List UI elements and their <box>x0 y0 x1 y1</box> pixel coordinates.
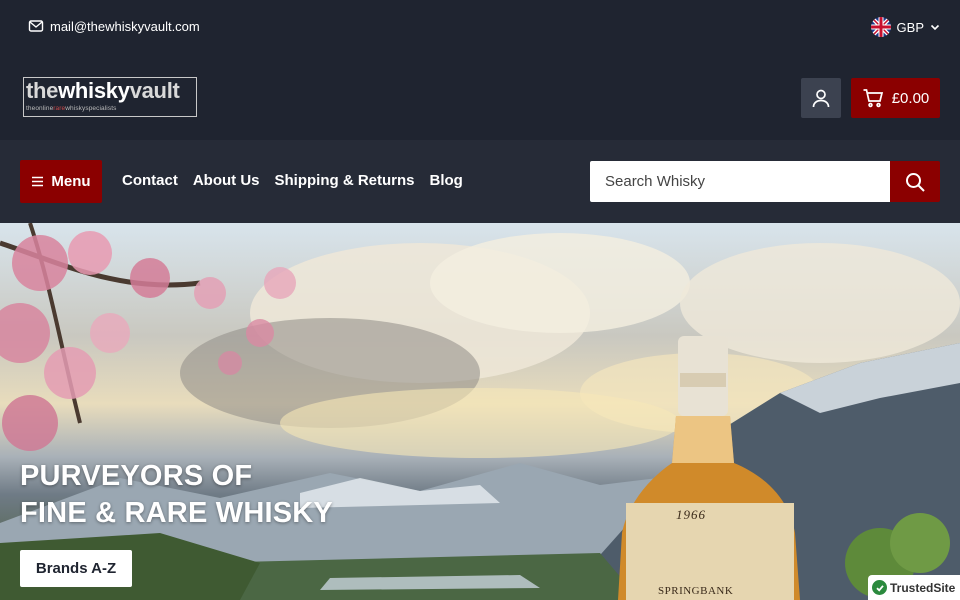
bottle-year: 1966 <box>676 507 706 522</box>
nav-link-contact[interactable]: Contact <box>122 172 178 189</box>
cart-total: £0.00 <box>891 89 930 107</box>
cart-icon <box>863 89 883 108</box>
bottle-brand: SPRINGBANK <box>658 585 734 597</box>
checkmark-icon <box>872 580 887 595</box>
mail-icon <box>28 20 44 32</box>
menu-button[interactable]: Menu <box>20 160 102 203</box>
site-logo[interactable]: thewhiskyvault theonlinerarewhiskyspecia… <box>23 77 197 117</box>
search-input[interactable] <box>590 161 890 202</box>
nav-link-blog[interactable]: Blog <box>430 172 463 189</box>
account-button[interactable] <box>801 78 841 118</box>
trustedsite-label: TrustedSite <box>890 580 956 595</box>
search-icon <box>906 172 925 192</box>
cart-button[interactable]: £0.00 <box>851 78 940 118</box>
main-nav: Menu Contact About Us Shipping & Returns… <box>0 140 960 223</box>
currency-label: GBP <box>896 19 924 35</box>
menu-label: Menu <box>51 173 91 190</box>
hero-banner: PURVEYORS OF FINE & RARE WHISKY 1966 SPR… <box>0 223 960 600</box>
nav-links: Contact About Us Shipping & Returns Blog <box>122 172 463 189</box>
site-header: thewhiskyvault theonlinerarewhiskyspecia… <box>0 55 960 140</box>
hamburger-icon <box>32 176 44 187</box>
uk-flag-icon <box>870 17 891 37</box>
top-bar: mail@thewhiskyvault.com GBP <box>0 0 960 55</box>
email-link[interactable]: mail@thewhiskyvault.com <box>28 18 200 34</box>
currency-selector[interactable]: GBP <box>870 17 940 37</box>
hero-title: PURVEYORS OF FINE & RARE WHISKY <box>20 460 333 529</box>
brands-a-z-button[interactable]: Brands A-Z <box>20 550 132 587</box>
nav-link-about-us[interactable]: About Us <box>193 172 260 189</box>
search-button[interactable] <box>890 161 940 202</box>
chevron-down-icon <box>930 24 940 31</box>
email-text: mail@thewhiskyvault.com <box>50 18 200 34</box>
hero-landscape-image <box>0 223 960 600</box>
user-icon <box>812 89 830 108</box>
trustedsite-badge[interactable]: TrustedSite <box>868 575 960 600</box>
nav-link-shipping-returns[interactable]: Shipping & Returns <box>275 172 415 189</box>
